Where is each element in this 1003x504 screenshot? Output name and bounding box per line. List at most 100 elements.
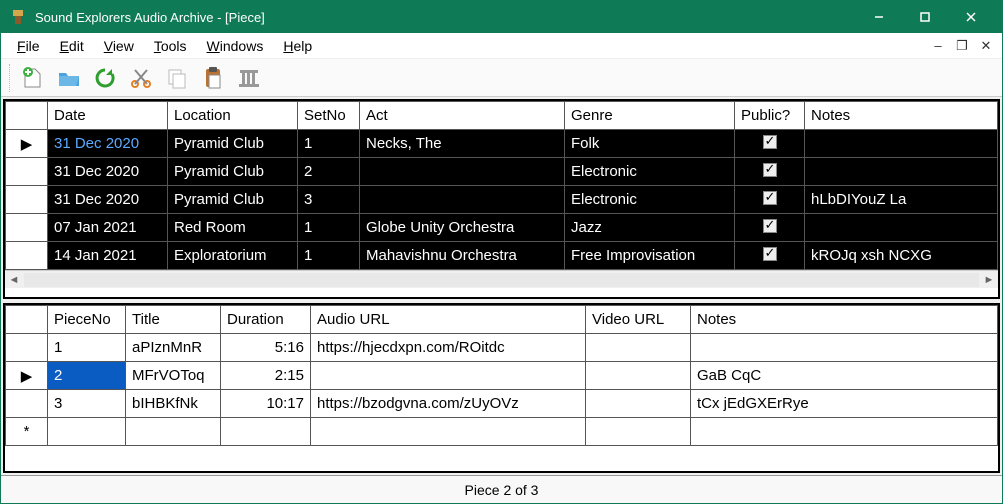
cell-notes[interactable]: hLbDIYouZ La (805, 186, 998, 214)
cell-setno[interactable]: 1 (298, 214, 360, 242)
roman-button[interactable] (233, 62, 265, 94)
cell-public[interactable] (735, 186, 805, 214)
cell-title[interactable]: MFrVOToq (126, 362, 221, 390)
menu-tools[interactable]: Tools (144, 35, 197, 57)
table-row[interactable]: 31 Dec 2020Pyramid Club3 Electronic hLbDIY… (6, 186, 998, 214)
scroll-left-icon[interactable]: ◄ (5, 271, 23, 289)
col-notes[interactable]: Notes (805, 102, 998, 130)
pieces-grid[interactable]: PieceNo Title Duration Audio URL Video U… (5, 305, 998, 446)
cell-date[interactable]: 07 Jan 2021 (48, 214, 168, 242)
cell-act[interactable] (360, 158, 565, 186)
cell-pieceno[interactable]: 2 (48, 362, 126, 390)
col-public[interactable]: Public? (735, 102, 805, 130)
new-row[interactable]: * (6, 418, 998, 446)
cell-date[interactable]: 31 Dec 2020 (48, 130, 168, 158)
menu-file[interactable]: File (7, 35, 50, 57)
cell-notes[interactable]: tCx jEdGXErRye (691, 390, 998, 418)
cell-notes[interactable]: kROJq xsh NCXG (805, 242, 998, 270)
menu-help[interactable]: Help (273, 35, 322, 57)
cell-date[interactable]: 31 Dec 2020 (48, 186, 168, 214)
audio-url-link[interactable]: https://bzodgvna.com/zUyOVz (317, 395, 519, 412)
cell-notes[interactable]: GaB CqC (691, 362, 998, 390)
cell-setno[interactable]: 1 (298, 130, 360, 158)
cell-act[interactable]: Globe Unity Orchestra (360, 214, 565, 242)
table-row[interactable]: 1aPIznMnR5:16https://hjecdxpn.com/ROitdc (6, 334, 998, 362)
cell-duration[interactable]: 10:17 (221, 390, 311, 418)
sets-grid[interactable]: Date Location SetNo Act Genre Public? No… (5, 101, 998, 270)
cell-video-url[interactable] (586, 390, 691, 418)
col-pieceno[interactable]: PieceNo (48, 306, 126, 334)
cell-setno[interactable]: 2 (298, 158, 360, 186)
table-row[interactable]: ▶31 Dec 2020Pyramid Club1Necks, TheFolk (6, 130, 998, 158)
cell-public[interactable] (735, 130, 805, 158)
cell-date[interactable]: 31 Dec 2020 (48, 158, 168, 186)
cell-public[interactable] (735, 214, 805, 242)
cell-title[interactable]: aPIznMnR (126, 334, 221, 362)
scroll-right-icon[interactable]: ► (980, 271, 998, 289)
minimize-button[interactable] (856, 1, 902, 33)
cell-notes[interactable] (805, 214, 998, 242)
col-act[interactable]: Act (360, 102, 565, 130)
cell-date[interactable]: 14 Jan 2021 (48, 242, 168, 270)
audio-url-link[interactable]: https://hjecdxpn.com/ROitdc (317, 339, 505, 356)
cell-location[interactable]: Pyramid Club (168, 186, 298, 214)
cell-public[interactable] (735, 242, 805, 270)
cell-title[interactable]: bIHBKfNk (126, 390, 221, 418)
checkbox-icon[interactable] (763, 219, 777, 233)
cut-button[interactable] (125, 62, 157, 94)
cell-audio-url[interactable]: https://bzodgvna.com/zUyOVz (311, 390, 586, 418)
table-row[interactable]: 07 Jan 2021Red Room1Globe Unity Orchestr… (6, 214, 998, 242)
cell-notes[interactable] (805, 158, 998, 186)
refresh-button[interactable] (89, 62, 121, 94)
mdi-close-icon[interactable]: ✕ (976, 38, 996, 54)
cell-pieceno[interactable]: 3 (48, 390, 126, 418)
col-date[interactable]: Date (48, 102, 168, 130)
checkbox-icon[interactable] (763, 163, 777, 177)
col-location[interactable]: Location (168, 102, 298, 130)
cell-location[interactable]: Pyramid Club (168, 130, 298, 158)
cell-location[interactable]: Exploratorium (168, 242, 298, 270)
menu-view[interactable]: View (94, 35, 144, 57)
col-notes[interactable]: Notes (691, 306, 998, 334)
checkbox-icon[interactable] (763, 247, 777, 261)
open-button[interactable] (53, 62, 85, 94)
cell-setno[interactable]: 3 (298, 186, 360, 214)
cell-public[interactable] (735, 158, 805, 186)
cell-setno[interactable]: 1 (298, 242, 360, 270)
checkbox-icon[interactable] (763, 135, 777, 149)
cell-genre[interactable]: Electronic (565, 186, 735, 214)
table-row[interactable]: 3bIHBKfNk10:17 https://bzodgvna.com/zUyOV… (6, 390, 998, 418)
table-row[interactable]: ▶2MFrVOToq2:15GaB CqC (6, 362, 998, 390)
cell-video-url[interactable] (586, 362, 691, 390)
cell-genre[interactable]: Electronic (565, 158, 735, 186)
col-genre[interactable]: Genre (565, 102, 735, 130)
col-audio-url[interactable]: Audio URL (311, 306, 586, 334)
cell-act[interactable] (360, 186, 565, 214)
cell-genre[interactable]: Free Improvisation (565, 242, 735, 270)
cell-notes[interactable] (805, 130, 998, 158)
col-setno[interactable]: SetNo (298, 102, 360, 130)
close-button[interactable] (948, 1, 994, 33)
col-duration[interactable]: Duration (221, 306, 311, 334)
cell-video-url[interactable] (586, 334, 691, 362)
table-row[interactable]: 31 Dec 2020Pyramid Club2 Electronic (6, 158, 998, 186)
col-title[interactable]: Title (126, 306, 221, 334)
mdi-minimize-icon[interactable]: – (928, 38, 948, 53)
mdi-restore-icon[interactable]: ❐ (952, 38, 972, 54)
cell-genre[interactable]: Jazz (565, 214, 735, 242)
cell-location[interactable]: Pyramid Club (168, 158, 298, 186)
cell-genre[interactable]: Folk (565, 130, 735, 158)
cell-duration[interactable]: 5:16 (221, 334, 311, 362)
cell-duration[interactable]: 2:15 (221, 362, 311, 390)
scroll-track[interactable] (24, 273, 979, 287)
cell-act[interactable]: Mahavishnu Orchestra (360, 242, 565, 270)
cell-audio-url[interactable] (311, 362, 586, 390)
table-row[interactable]: 14 Jan 2021Exploratorium1Mahavishnu Orch… (6, 242, 998, 270)
cell-notes[interactable] (691, 334, 998, 362)
sets-grid-hscroll[interactable]: ◄ ► (5, 270, 998, 288)
new-button[interactable] (17, 62, 49, 94)
menu-edit[interactable]: Edit (50, 35, 94, 57)
paste-button[interactable] (197, 62, 229, 94)
menu-windows[interactable]: Windows (197, 35, 274, 57)
maximize-button[interactable] (902, 1, 948, 33)
